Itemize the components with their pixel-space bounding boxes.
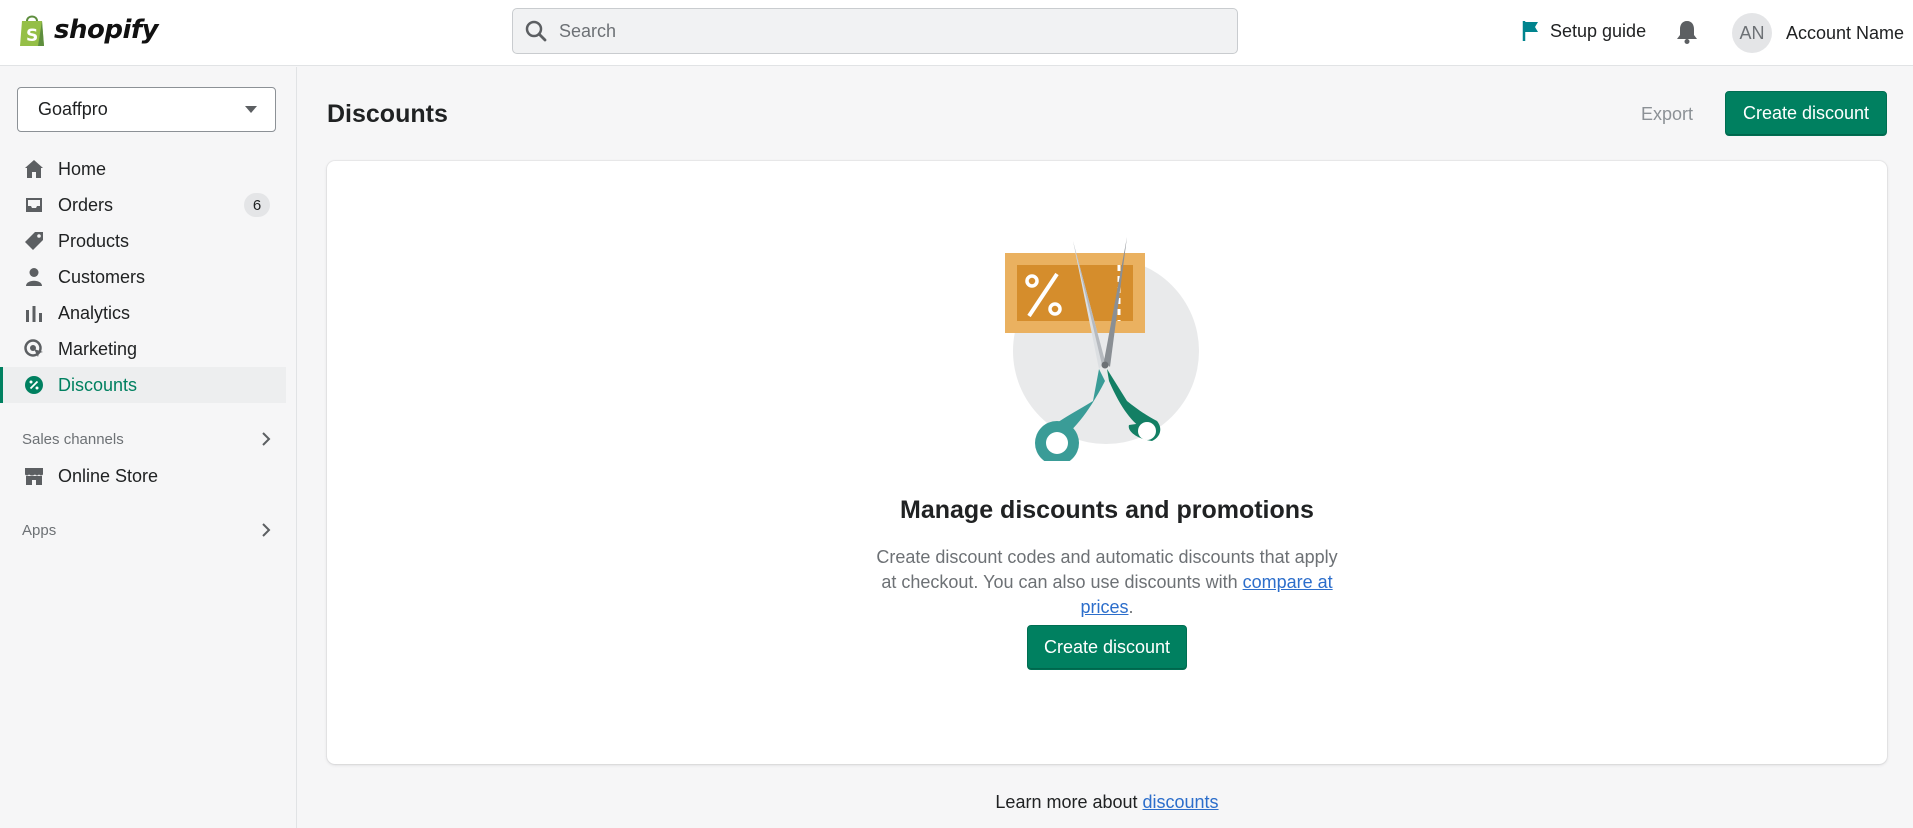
- sidebar-item-label: Home: [58, 158, 107, 179]
- description-period: .: [1128, 597, 1134, 617]
- store-name: Goaffpro: [38, 99, 108, 119]
- svg-text:S: S: [26, 26, 38, 46]
- search-input[interactable]: [559, 20, 1199, 42]
- discount-icon: [24, 375, 44, 395]
- sidebar-item-home[interactable]: Home: [0, 151, 286, 187]
- sidebar: Goaffpro Home Orders 6 Products Customer…: [0, 67, 297, 828]
- sidebar-item-online-store[interactable]: Online Store: [0, 458, 286, 494]
- sidebar-item-label: Online Store: [58, 465, 159, 486]
- sidebar-item-marketing[interactable]: Marketing: [0, 331, 286, 367]
- discounts-help-link[interactable]: discounts: [1143, 792, 1219, 812]
- sales-channels-label: Sales channels: [22, 431, 124, 448]
- sidebar-item-label: Analytics: [58, 302, 131, 323]
- page-title: Discounts: [327, 100, 448, 128]
- discount-scissors-illustration: [1005, 237, 1199, 461]
- target-icon: [24, 339, 44, 359]
- sidebar-item-label: Discounts: [58, 374, 138, 395]
- caret-down-icon: [245, 106, 257, 113]
- person-icon: [24, 267, 44, 287]
- store-selector[interactable]: Goaffpro: [17, 87, 276, 132]
- shopify-logo[interactable]: S shopify: [16, 12, 159, 48]
- bar-chart-icon: [24, 303, 44, 323]
- account-menu[interactable]: AN Account Name: [1732, 13, 1904, 53]
- setup-guide-button[interactable]: Setup guide: [1522, 20, 1646, 42]
- export-button[interactable]: Export: [1641, 104, 1693, 125]
- sidebar-item-label: Products: [58, 230, 130, 251]
- learn-more-footer: Learn more about discounts: [0, 792, 1913, 813]
- apps-label: Apps: [22, 522, 57, 539]
- sidebar-item-label: Marketing: [58, 338, 138, 359]
- tag-icon: [24, 231, 44, 251]
- chevron-right-icon: [262, 432, 271, 446]
- notifications-button[interactable]: [1676, 19, 1698, 50]
- home-icon: [24, 159, 44, 179]
- sidebar-item-customers[interactable]: Customers: [0, 259, 286, 295]
- shopify-bag-icon: S: [20, 15, 44, 46]
- empty-state-title: Manage discounts and promotions: [900, 496, 1314, 524]
- sales-channels-header[interactable]: Sales channels: [22, 431, 272, 448]
- inbox-icon: [24, 195, 44, 215]
- logo-text: shopify: [54, 15, 159, 45]
- search-icon: [525, 20, 547, 42]
- avatar: AN: [1732, 13, 1772, 53]
- store-icon: [24, 466, 44, 486]
- main-nav: Home Orders 6 Products Customers Analyti…: [0, 151, 286, 403]
- search-bar[interactable]: [512, 8, 1238, 54]
- top-bar: S shopify Setup guide AN Account Name: [0, 0, 1913, 66]
- empty-state-description: Create discount codes and automatic disc…: [867, 545, 1347, 620]
- apps-header[interactable]: Apps: [22, 522, 272, 539]
- sidebar-item-orders[interactable]: Orders 6: [0, 187, 286, 223]
- bell-icon: [1677, 21, 1697, 44]
- account-name: Account Name: [1786, 22, 1905, 43]
- orders-count-badge: 6: [244, 193, 270, 217]
- sidebar-item-analytics[interactable]: Analytics: [0, 295, 286, 331]
- sidebar-item-products[interactable]: Products: [0, 223, 286, 259]
- flag-icon: [1522, 21, 1538, 41]
- create-discount-button[interactable]: Create discount: [1725, 91, 1887, 136]
- sidebar-item-label: Orders: [58, 194, 114, 215]
- empty-state-create-discount-button[interactable]: Create discount: [1027, 625, 1187, 670]
- sales-channel-list: Online Store: [0, 458, 286, 494]
- sidebar-item-label: Customers: [58, 266, 146, 287]
- learn-more-text: Learn more about: [995, 792, 1143, 812]
- chevron-right-icon: [262, 523, 271, 537]
- setup-guide-label: Setup guide: [1550, 20, 1647, 41]
- empty-state-card: Manage discounts and promotions Create d…: [327, 161, 1887, 764]
- sidebar-item-discounts[interactable]: Discounts: [0, 367, 286, 403]
